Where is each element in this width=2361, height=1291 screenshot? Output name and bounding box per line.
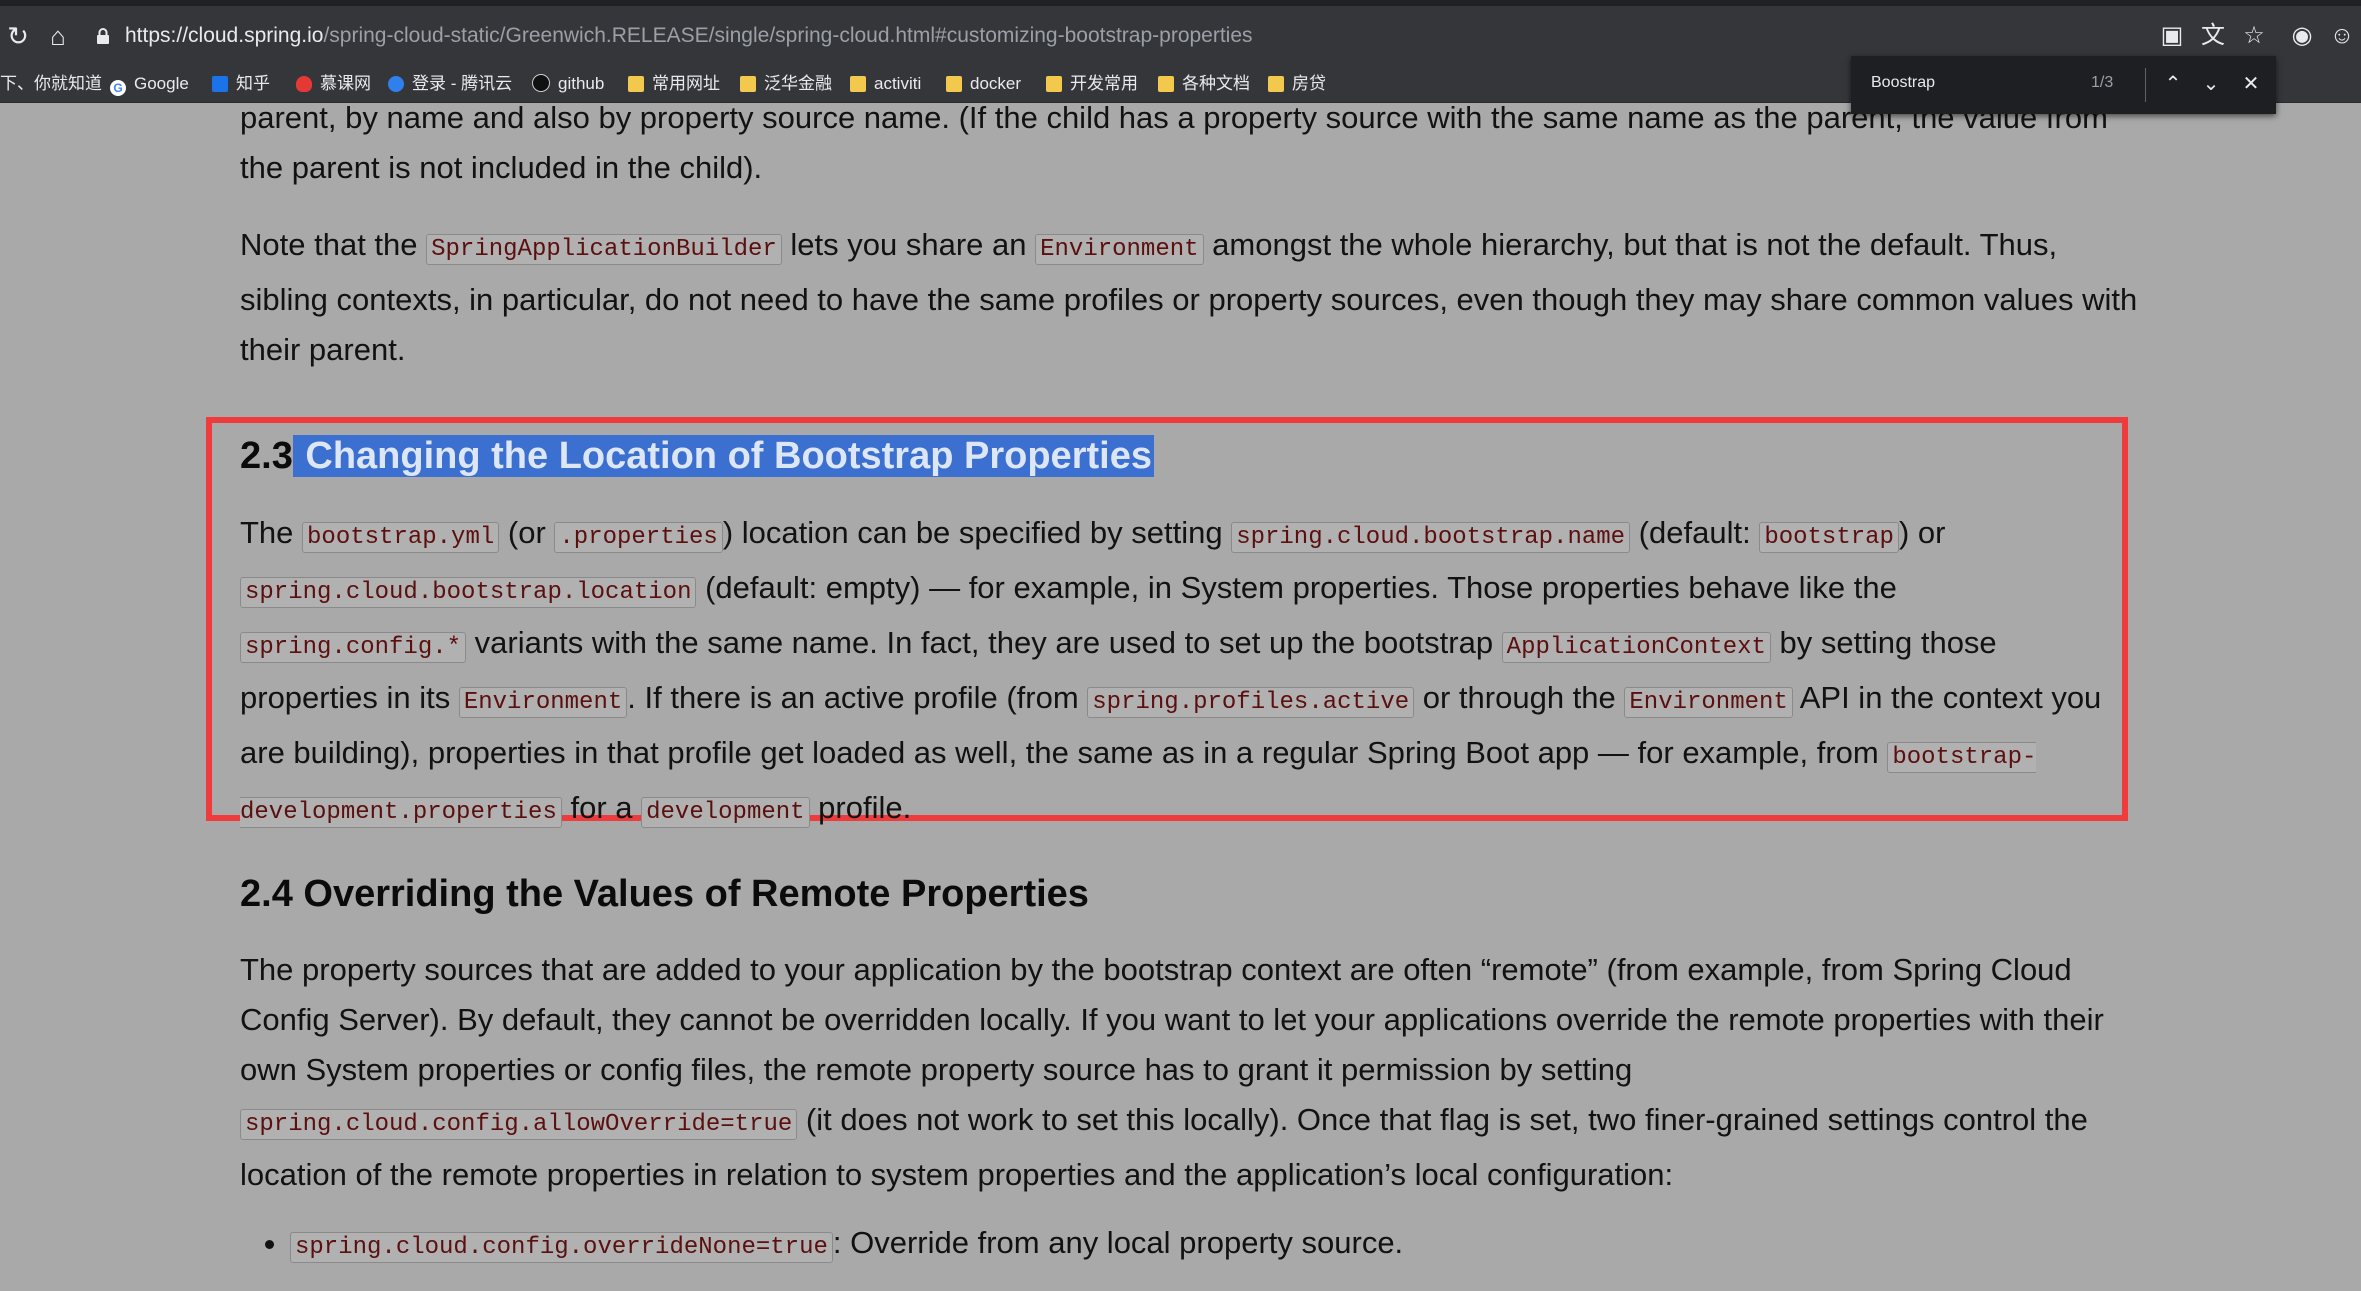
folder-icon [1268,76,1284,92]
inline-code: spring.cloud.bootstrap.location [240,577,697,608]
lock-icon [97,28,109,44]
close-icon[interactable]: ✕ [2233,66,2269,102]
home-icon[interactable]: ⌂ [40,18,76,54]
translate-icon[interactable]: 文 [2197,20,2229,52]
bookmark-tencent-cloud[interactable]: 登录 - 腾讯云 [388,66,512,102]
bookmark-label: 慕课网 [320,74,371,93]
bookmark-star-icon[interactable]: ☆ [2238,20,2270,52]
bookmark-label: 知乎 [236,74,270,93]
text: ) location can be specified by setting [722,515,1232,550]
inline-code: Environment [1624,687,1793,718]
inline-code: .properties [554,522,723,553]
url-path: /spring-cloud-static/Greenwich.RELEASE/s… [323,24,1253,47]
text: (default: empty) — for example, in Syste… [696,570,1897,605]
inline-code: development [641,797,810,828]
find-bar: Boostrap 1/3 ⌃ ⌄ ✕ [1851,56,2276,114]
folder-icon [1158,76,1174,92]
paragraph-note: Note that the SpringApplicationBuilder l… [240,220,2140,375]
text: (or [499,515,555,550]
bookmark-label: 下、你就知道 [0,74,102,93]
bookmark-folder[interactable]: 房贷 [1268,66,1326,102]
inline-code: spring.cloud.config.overrideNone=true [290,1232,833,1263]
inline-code: spring.profiles.active [1087,687,1415,718]
bookmark-google[interactable]: G Google [110,66,189,102]
list-item: spring.cloud.config.overrideNone=true: O… [290,1218,2140,1273]
paragraph-parent-sources: parent, by name and also by property sou… [240,103,2140,193]
text: : Override from any local property sourc… [832,1225,1404,1260]
find-input[interactable]: Boostrap [1871,74,1935,92]
bookmark-folder[interactable]: docker [946,66,1021,102]
bookmark-label: Google [134,74,189,93]
inline-code: spring.config.* [240,632,467,663]
text: (default: [1630,515,1760,550]
folder-icon [628,76,644,92]
search-match-highlight: Changing the Location of Bootstrap Prope… [292,435,1154,477]
url-host: https://cloud.spring.io [125,24,324,47]
bookmark-label: 登录 - 腾讯云 [412,74,513,93]
bookmark-label: activiti [874,74,922,93]
text: lets you share an [781,227,1036,262]
inline-code: SpringApplicationBuilder [426,234,782,265]
folder-icon [740,76,756,92]
bookmark-label: 泛华金融 [764,74,832,93]
text: profile. [809,790,912,825]
text: variants with the same name. In fact, th… [466,625,1502,660]
bookmark-folder[interactable]: 各种文档 [1158,66,1250,102]
inline-code: bootstrap [1759,522,1899,553]
page-search-icon[interactable]: ▣ [2156,20,2188,52]
cloud-icon [388,76,404,92]
text: for a [561,790,642,825]
flame-icon [296,76,312,92]
bookmark-imooc[interactable]: 慕课网 [296,66,371,102]
zhihu-icon [212,76,228,92]
section-heading-2-3: 2.3 Changing the Location of Bootstrap P… [240,435,1154,478]
extension-icon[interactable]: ◉ [2286,20,2318,52]
text: Note that the [240,227,427,262]
text: . If there is an active profile (from [627,680,1088,715]
find-divider [2145,68,2146,102]
bookmark-folder[interactable]: 常用网址 [628,66,720,102]
bookmark-label: github [558,74,605,93]
inline-code: bootstrap.yml [302,522,500,553]
text: or through the [1414,680,1625,715]
inline-code: Environment [1035,234,1204,265]
inline-code: Environment [458,687,628,718]
bookmark-label: 各种文档 [1182,74,1250,93]
find-previous-icon[interactable]: ⌃ [2155,66,2191,102]
reload-icon[interactable]: ↻ [0,18,36,54]
text: ) or [1898,515,1946,550]
address-bar[interactable]: https://cloud.spring.io/spring-cloud-sta… [125,20,1253,52]
page-content: parent, by name and also by property sou… [0,103,2361,1291]
paragraph-remote-properties: The property sources that are added to y… [240,945,2140,1200]
bookmark-folder[interactable]: 泛华金融 [740,66,832,102]
folder-icon [946,76,962,92]
bookmark-label: 常用网址 [652,74,720,93]
google-icon: G [110,80,126,96]
bookmark-label: docker [970,74,1022,93]
text: The property sources that are added to y… [240,952,2104,1087]
find-next-icon[interactable]: ⌄ [2193,66,2229,102]
bookmark-folder[interactable]: activiti [850,66,921,102]
text: The [240,515,303,550]
github-icon [532,74,550,92]
folder-icon [850,76,866,92]
bookmark-label: 开发常用 [1070,74,1138,93]
bookmark-github[interactable]: github [532,66,604,102]
override-options-list: spring.cloud.config.overrideNone=true: O… [240,1218,2140,1279]
section-number: 2.3 [240,435,293,477]
bookmark-folder[interactable]: 开发常用 [1046,66,1138,102]
inline-code: spring.cloud.bootstrap.name [1231,522,1631,553]
inline-code: ApplicationContext [1501,632,1771,663]
find-match-count: 1/3 [2091,74,2114,91]
paragraph-bootstrap-location: The bootstrap.yml (or .properties) locat… [240,508,2120,838]
paragraph-text: parent, by name and also by property sou… [240,103,2108,185]
folder-icon [1046,76,1062,92]
section-heading-2-4: 2.4 Overriding the Values of Remote Prop… [240,873,1089,915]
bookmark-item[interactable]: 下、你就知道 [0,66,102,102]
inline-code: spring.cloud.config.allowOverride=true [240,1109,798,1140]
profile-icon[interactable]: ☺ [2326,20,2358,52]
bookmark-zhihu[interactable]: 知乎 [212,66,270,102]
bookmark-label: 房贷 [1292,74,1326,93]
